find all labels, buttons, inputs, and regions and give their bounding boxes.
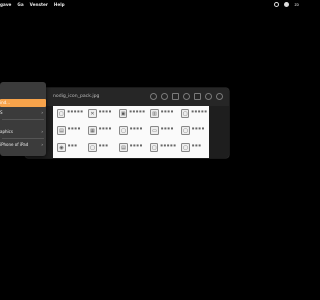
markup-icon[interactable] (183, 93, 190, 100)
grid-glyph-icon: ▢ (181, 126, 190, 135)
window-title: nodig_icon_pack.jpg (53, 94, 100, 99)
context-menu-item-open[interactable]: ind... (0, 99, 46, 107)
grid-icon-item: ▢ ■ ■ ■ ■ ■ (181, 108, 207, 124)
preview-window: nodig_icon_pack.jpg ▢ ■ ■ ■ ■ ■ ✕ ■ ■ ■ ■ ▣ ■… (25, 88, 229, 158)
context-menu-item-label: iPhone of iPad (0, 142, 29, 147)
grid-icon-label: ■ ■ ■ ■ ■ (191, 110, 207, 113)
grid-icon-item: ▢ ■ ■ ■ (181, 142, 207, 158)
grid-glyph-icon: ▢ (181, 109, 190, 118)
context-menu-item-label: aphics (0, 129, 13, 134)
grid-icon-item: ▢ ■ ■ ■ ■ (119, 125, 145, 141)
grid-icon-item: ✕ ■ ■ ■ ■ (88, 108, 114, 124)
grid-icon-label: ■ ■ ■ ■ (99, 127, 112, 130)
control-center-icon[interactable] (284, 1, 290, 7)
grid-icon-label: ■ ■ ■ (68, 144, 78, 147)
grid-glyph-icon: ▥ (150, 109, 159, 118)
grid-icon-item: ▢ ■ ■ ■ ■ ■ (150, 142, 176, 158)
zoom-out-icon[interactable] (161, 93, 168, 100)
grid-glyph-icon: ▢ (150, 143, 159, 152)
grid-glyph-icon: ▢ (181, 143, 190, 152)
menu-item-venster[interactable]: Venster (30, 2, 48, 7)
context-menu-item-s[interactable]: S › (0, 109, 46, 117)
menu-separator (2, 138, 44, 139)
grid-icon-label: ■ ■ ■ ■ (99, 110, 112, 113)
grid-icon-item: ▢ ■ ■ ■ ■ (181, 125, 207, 141)
info-icon[interactable] (150, 93, 157, 100)
grid-icon-item: ▤ ■ ■ ■ ■ (119, 142, 145, 158)
menu-item-help[interactable]: Help (54, 2, 65, 7)
grid-glyph-icon: ▤ (57, 126, 66, 135)
grid-icon-label: ■ ■ ■ ■ (161, 127, 174, 130)
grid-icon-label: ■ ■ ■ ■ (192, 127, 205, 130)
context-menu-item-iphone-ipad[interactable]: iPhone of iPad › (0, 141, 46, 149)
context-menu: ind... S › aphics › iPhone of iPad › (0, 82, 46, 156)
icon-grid: ▢ ■ ■ ■ ■ ■ ✕ ■ ■ ■ ■ ▣ ■ ■ ■ ■ ■ ▥ ■ ■ ■ ■ ▢ ■ ■… (53, 106, 209, 158)
menu-items: gave Ga Venster Help (0, 2, 71, 7)
grid-glyph-icon: ▦ (88, 126, 97, 135)
grid-icon-label: ■ ■ ■ ■ (161, 110, 174, 113)
grid-icon-label: ■ ■ ■ ■ (68, 127, 81, 130)
image-canvas: ▢ ■ ■ ■ ■ ■ ✕ ■ ■ ■ ■ ▣ ■ ■ ■ ■ ■ ▥ ■ ■ ■ ■ ▢ ■ ■… (53, 106, 209, 158)
grid-icon-item: ▤ ■ ■ ■ ■ (57, 125, 83, 141)
grid-icon-label: ■ ■ ■ ■ ■ (160, 144, 176, 147)
grid-glyph-icon: ▭ (150, 126, 159, 135)
toolbar-icons (150, 93, 223, 100)
menu-bar: gave Ga Venster Help zo (0, 0, 300, 8)
grid-icon-item: ▢ ■ ■ ■ (88, 142, 114, 158)
chevron-right-icon: › (41, 142, 43, 147)
grid-glyph-icon: ✕ (88, 109, 97, 118)
grid-icon-label: ■ ■ ■ (99, 144, 109, 147)
clock-status-icon[interactable] (274, 1, 280, 7)
grid-glyph-icon: ▢ (57, 109, 66, 118)
grid-icon-label: ■ ■ ■ ■ (130, 127, 143, 130)
menubar-clock[interactable]: zo (294, 2, 299, 7)
grid-icon-label: ■ ■ ■ ■ ■ (67, 110, 83, 113)
grid-icon-item: ◉ ■ ■ ■ (57, 142, 83, 158)
grid-icon-item: ▥ ■ ■ ■ ■ (150, 108, 176, 124)
menu-item-ga[interactable]: Ga (17, 2, 23, 7)
grid-glyph-icon: ▢ (119, 126, 128, 135)
share-icon[interactable] (172, 93, 179, 100)
grid-glyph-icon: ◉ (57, 143, 66, 152)
grid-icon-item: ▭ ■ ■ ■ ■ (150, 125, 176, 141)
grid-glyph-icon: ▣ (119, 109, 128, 118)
context-menu-item-graphics[interactable]: aphics › (0, 128, 46, 136)
menubar-status-area: zo (274, 0, 299, 8)
grid-icon-label: ■ ■ ■ ■ (130, 144, 143, 147)
menu-item-gave[interactable]: gave (0, 2, 11, 7)
grid-glyph-icon: ▢ (88, 143, 97, 152)
chevron-right-icon: › (41, 129, 43, 134)
grid-icon-label: ■ ■ ■ (192, 144, 202, 147)
menu-separator (2, 119, 44, 120)
grid-icon-item: ▣ ■ ■ ■ ■ ■ (119, 108, 145, 124)
window-titlebar: nodig_icon_pack.jpg (25, 88, 229, 106)
grid-icon-label: ■ ■ ■ ■ ■ (129, 110, 145, 113)
chevron-right-icon: › (41, 110, 43, 115)
context-menu-item-label: S (0, 110, 3, 115)
grid-icon-item: ▦ ■ ■ ■ ■ (88, 125, 114, 141)
rotate-icon[interactable] (194, 93, 201, 100)
search-icon[interactable] (216, 93, 223, 100)
highlight-icon[interactable] (205, 93, 212, 100)
context-menu-item-label: ind... (0, 100, 10, 105)
grid-icon-item: ▢ ■ ■ ■ ■ ■ (57, 108, 83, 124)
grid-glyph-icon: ▤ (119, 143, 128, 152)
